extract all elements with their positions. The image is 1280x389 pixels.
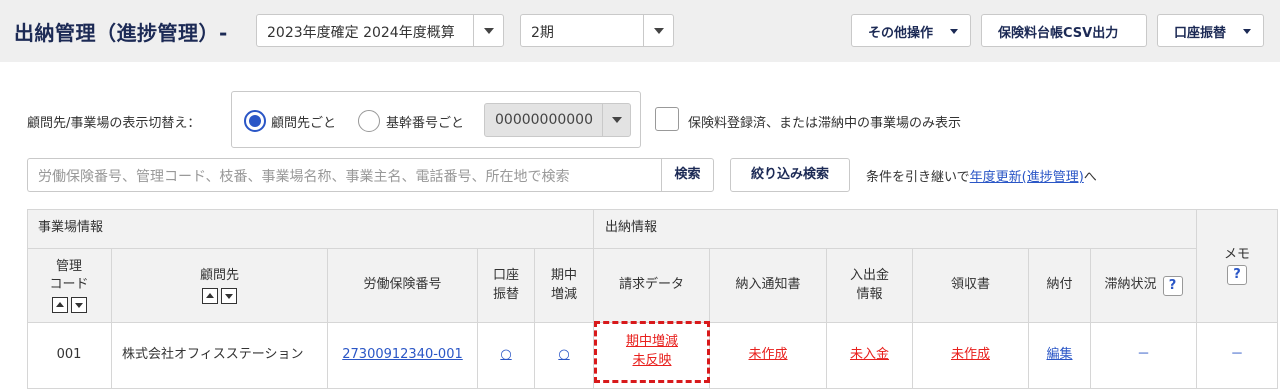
cash-management-table: 事業場情報 出納情報 メモ ? 管理 コード 顧問先 労働保険番号 口座 振替 … xyxy=(27,209,1278,389)
cell-client: 株式会社オフィスステーション xyxy=(112,323,328,389)
radio-client[interactable] xyxy=(244,110,266,132)
midterm-link[interactable]: ○ xyxy=(558,346,569,364)
chevron-down-icon xyxy=(643,15,673,46)
col-billing: 請求データ xyxy=(594,249,710,323)
col-midterm: 期中 増減 xyxy=(535,249,594,323)
account-transfer-button[interactable]: 口座振替 xyxy=(1157,14,1264,47)
billing-highlight[interactable]: 期中増減 未反映 xyxy=(594,321,710,383)
search-button[interactable]: 検索 xyxy=(661,158,714,192)
radio-client-label: 顧問先ごと xyxy=(271,116,337,131)
client-label: 顧問先 xyxy=(199,267,239,283)
receipt-link[interactable]: 未作成 xyxy=(951,346,990,364)
toggle-label: 顧問先/事業場の表示切替え： xyxy=(27,116,201,131)
search-input[interactable]: 労働保険番号、管理コード、枝番、事業場名称、事業主名、電話番号、所在地で検索 xyxy=(27,158,662,192)
col-cash-io: 入出金 情報 xyxy=(827,249,913,323)
caret-down-icon xyxy=(950,29,958,34)
fiscal-year-value: 2023年度確定 2024年度概算 xyxy=(267,25,455,41)
fiscal-year-select[interactable]: 2023年度確定 2024年度概算 xyxy=(256,14,504,47)
radio-trunk[interactable] xyxy=(358,110,380,132)
cell-midterm: ○ xyxy=(535,323,594,389)
col-memo: メモ ? xyxy=(1197,209,1278,323)
sort-asc-icon[interactable] xyxy=(202,288,218,305)
chevron-down-icon xyxy=(602,104,630,136)
help-icon[interactable]: ? xyxy=(1162,275,1183,296)
cell-account-transfer: ○ xyxy=(478,323,535,389)
payment-edit-link[interactable]: 編集 xyxy=(1046,346,1072,364)
cash-io-link[interactable]: 未入金 xyxy=(850,346,889,364)
arrears-value: － xyxy=(1136,347,1150,363)
memo-label: メモ xyxy=(1223,247,1250,263)
chevron-down-icon xyxy=(473,15,503,46)
account-transfer-label: 口座振替 xyxy=(1174,26,1227,41)
cell-cash-io: 未入金 xyxy=(827,323,913,389)
cell-insurance-no: 27300912340-001 xyxy=(328,323,478,389)
annual-update-link[interactable]: 年度更新(進捗管理) xyxy=(970,170,1084,185)
sort-desc-icon[interactable] xyxy=(221,288,237,305)
memo-value[interactable]: － xyxy=(1230,346,1243,364)
cell-receipt: 未作成 xyxy=(913,323,1029,389)
help-icon[interactable]: ? xyxy=(1227,264,1247,285)
billing-status-line1: 期中増減 xyxy=(625,334,678,350)
mgmt-code-label: 管理 コード xyxy=(49,258,89,292)
billing-status-line2: 未反映 xyxy=(632,353,672,368)
cell-payment-notice: 未作成 xyxy=(710,323,827,389)
account-transfer-link[interactable]: ○ xyxy=(500,346,511,364)
period-select[interactable]: 2期 xyxy=(520,14,674,47)
period-value: 2期 xyxy=(531,25,554,41)
col-client: 顧問先 xyxy=(112,249,328,323)
registered-only-label: 保険料登録済、または滞納中の事業場のみ表示 xyxy=(688,116,962,131)
sort-desc-icon[interactable] xyxy=(70,297,87,314)
other-ops-button[interactable]: その他操作 xyxy=(851,14,971,47)
col-mgmt-code: 管理 コード xyxy=(27,249,112,323)
cell-arrears: － xyxy=(1091,323,1197,389)
col-account-transfer: 口座 振替 xyxy=(478,249,535,323)
filter-search-button[interactable]: 絞り込み検索 xyxy=(730,158,850,192)
payment-notice-link[interactable]: 未作成 xyxy=(748,346,787,364)
cell-payment: 編集 xyxy=(1029,323,1091,389)
sort-asc-icon[interactable] xyxy=(51,297,68,314)
col-payment: 納付 xyxy=(1029,249,1091,323)
group-cash-info: 出納情報 xyxy=(594,209,1197,249)
carry-prefix: 条件を引き継いで xyxy=(866,170,970,185)
col-payment-notice: 納入通知書 xyxy=(710,249,827,323)
col-insurance-no: 労働保険番号 xyxy=(328,249,478,323)
csv-export-label: 保険料台帳CSV出力 xyxy=(998,26,1119,41)
group-site-info: 事業場情報 xyxy=(27,209,594,249)
csv-export-button[interactable]: 保険料台帳CSV出力 xyxy=(981,14,1147,47)
radio-trunk-label: 基幹番号ごと xyxy=(386,116,465,131)
display-toggle-group: 顧問先ごと 基幹番号ごと 00000000000 xyxy=(231,91,641,148)
trunk-code-select[interactable]: 00000000000 xyxy=(484,103,631,137)
col-arrears: 滞納状況 ? xyxy=(1091,249,1197,323)
col-receipt: 領収書 xyxy=(913,249,1029,323)
other-ops-label: その他操作 xyxy=(868,26,934,41)
arrears-label: 滞納状況 xyxy=(1104,277,1157,293)
carry-over-text: 条件を引き継いで年度更新(進捗管理)へ xyxy=(866,166,1097,185)
caret-down-icon xyxy=(1243,29,1251,34)
cell-memo: － xyxy=(1197,323,1278,389)
page-title: 出納管理（進捗管理）- xyxy=(14,21,228,45)
carry-suffix: へ xyxy=(1083,170,1097,185)
trunk-code-value: 00000000000 xyxy=(495,112,593,128)
registered-only-checkbox[interactable] xyxy=(655,107,679,131)
cell-mgmt-code: 001 xyxy=(27,323,112,389)
insurance-no-link[interactable]: 27300912340-001 xyxy=(342,346,463,364)
